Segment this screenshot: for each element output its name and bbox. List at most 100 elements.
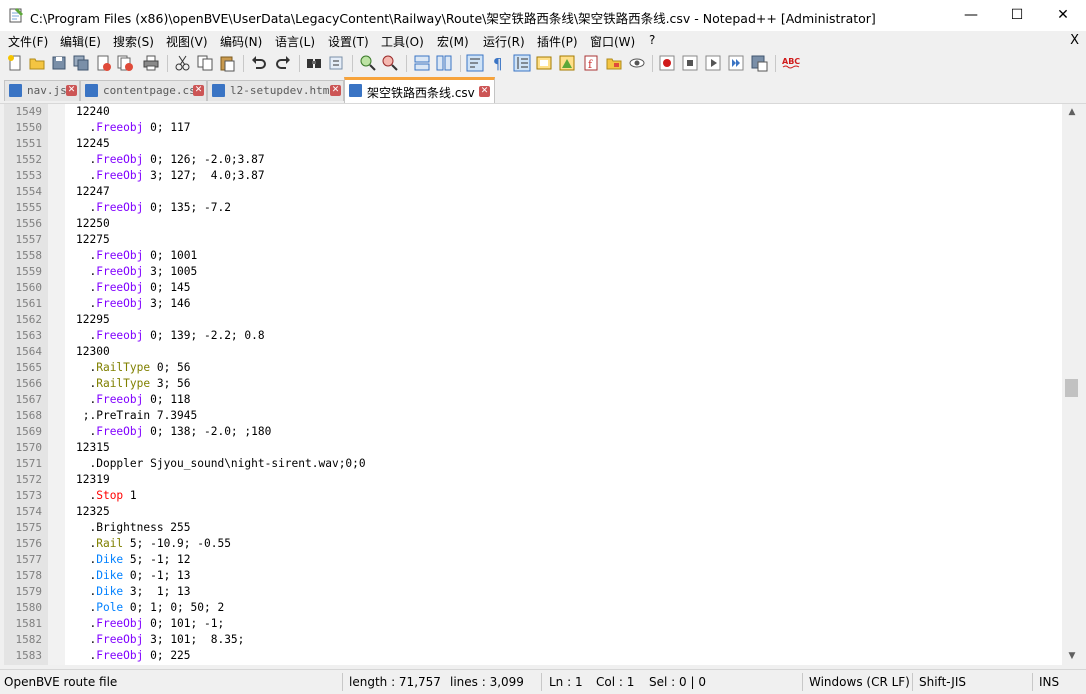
zoom-out-icon[interactable] (381, 54, 399, 72)
code-line[interactable]: .Dike 5; -1; 12 (76, 553, 190, 566)
document-map-icon[interactable] (558, 54, 576, 72)
sync-vertical-icon[interactable] (413, 54, 431, 72)
menu-edit[interactable]: 编辑(E) (60, 33, 101, 50)
vertical-scrollbar[interactable]: ▲ ▼ (1062, 104, 1082, 665)
code-line[interactable]: .FreeObj 3; 101; 8.35; (76, 633, 244, 646)
code-line[interactable]: .Freeobj 0; 117 (76, 121, 190, 134)
tab-close-icon[interactable]: ✕ (66, 85, 77, 96)
cut-icon[interactable] (174, 54, 192, 72)
find-icon[interactable] (305, 54, 323, 72)
code-line[interactable]: 12295 (76, 313, 110, 326)
show-all-characters-icon[interactable]: ¶ (488, 54, 506, 72)
close-document-button[interactable]: X (1070, 33, 1079, 48)
menu-settings[interactable]: 设置(T) (328, 33, 369, 50)
close-file-icon[interactable] (94, 54, 112, 72)
tab-l2-setupdev-html[interactable]: l2-setupdev.html ✕ (207, 80, 344, 101)
status-insert-mode[interactable]: INS (1039, 675, 1059, 689)
minimize-button[interactable]: — (948, 0, 994, 31)
menu-run[interactable]: 运行(R) (483, 33, 525, 50)
code-line[interactable]: .RailType 3; 56 (76, 377, 190, 390)
code-line[interactable]: .Pole 0; 1; 0; 50; 2 (76, 601, 224, 614)
save-icon[interactable] (50, 54, 68, 72)
tab-close-icon[interactable]: ✕ (479, 86, 490, 97)
sync-horizontal-icon[interactable] (435, 54, 453, 72)
code-line[interactable]: .FreeObj 0; 1001 (76, 249, 197, 262)
menu-view[interactable]: 视图(V) (166, 33, 208, 50)
code-line[interactable]: .Freeobj 0; 118 (76, 393, 190, 406)
code-line[interactable]: .FreeObj 0; 101; -1; (76, 617, 224, 630)
indent-guide-icon[interactable] (513, 54, 531, 72)
tab-contentpage-css[interactable]: contentpage.css ✕ (80, 80, 207, 101)
code-line[interactable]: 12250 (76, 217, 110, 230)
code-line[interactable]: .FreeObj 0; 145 (76, 281, 190, 294)
user-defined-language-icon[interactable] (535, 54, 553, 72)
code-line[interactable]: 12319 (76, 473, 110, 486)
menu-file[interactable]: 文件(F) (8, 33, 48, 50)
tab-active-csv[interactable]: 架空铁路西条线.csv ✕ (344, 77, 495, 103)
status-eol[interactable]: Windows (CR LF) (809, 675, 910, 689)
tab-close-icon[interactable]: ✕ (330, 85, 341, 96)
folder-workspace-icon[interactable] (605, 54, 623, 72)
code-line[interactable]: .FreeObj 0; 135; -7.2 (76, 201, 230, 214)
menu-search[interactable]: 搜索(S) (113, 33, 154, 50)
run-macro-multiple-icon[interactable] (727, 54, 745, 72)
record-macro-icon[interactable] (658, 54, 676, 72)
redo-icon[interactable] (274, 54, 292, 72)
menu-window[interactable]: 窗口(W) (590, 33, 635, 50)
code-line[interactable]: .Doppler Sjyou_sound\night-sirent.wav;0;… (76, 457, 365, 470)
tab-close-icon[interactable]: ✕ (193, 85, 204, 96)
monitoring-eye-icon[interactable] (628, 54, 646, 72)
save-macro-icon[interactable] (750, 54, 768, 72)
spell-check-icon[interactable]: ABC (782, 54, 800, 72)
code-line[interactable]: .Freeobj 0; 139; -2.2; 0.8 (76, 329, 264, 342)
zoom-in-icon[interactable] (359, 54, 377, 72)
code-line[interactable]: .Rail 5; -10.9; -0.55 (76, 537, 230, 550)
menu-encoding[interactable]: 编码(N) (220, 33, 262, 50)
menu-macro[interactable]: 宏(M) (437, 33, 469, 50)
code-line[interactable]: .FreeObj 3; 127; 4.0;3.87 (76, 169, 264, 182)
code-lines[interactable]: 1549 12240 1550 .Freeobj 0; 117 1551 12245 15… (4, 104, 1062, 665)
word-wrap-icon[interactable] (466, 54, 484, 72)
code-line[interactable]: .Dike 3; 1; 13 (76, 585, 190, 598)
code-line[interactable]: .FreeObj 0; 138; -2.0; ;180 (76, 425, 271, 438)
save-all-icon[interactable] (72, 54, 90, 72)
open-file-icon[interactable] (28, 54, 46, 72)
code-line[interactable]: .FreeObj 3; 1005 (76, 265, 197, 278)
menu-tools[interactable]: 工具(O) (381, 33, 424, 50)
menu-help[interactable]: ? (649, 33, 655, 47)
tab-nav-js[interactable]: nav.js ✕ (4, 80, 80, 101)
scroll-thumb[interactable] (1065, 379, 1078, 397)
new-file-icon[interactable] (6, 54, 24, 72)
copy-icon[interactable] (196, 54, 214, 72)
code-line[interactable]: .Stop 1 (76, 489, 136, 502)
close-all-icon[interactable] (116, 54, 134, 72)
code-line[interactable]: .FreeObj 0; 126; -2.0;3.87 (76, 153, 264, 166)
play-macro-icon[interactable] (704, 54, 722, 72)
code-line[interactable]: .FreeObj 0; 225 (76, 649, 190, 662)
code-line[interactable]: .RailType 0; 56 (76, 361, 190, 374)
undo-icon[interactable] (250, 54, 268, 72)
code-line[interactable]: .Brightness 255 (76, 521, 190, 534)
function-list-icon[interactable]: f (582, 54, 600, 72)
stop-macro-icon[interactable] (681, 54, 699, 72)
code-line[interactable]: 12245 (76, 137, 110, 150)
scroll-up-icon[interactable]: ▲ (1062, 104, 1082, 121)
code-line[interactable]: 12315 (76, 441, 110, 454)
paste-icon[interactable] (218, 54, 236, 72)
close-window-button[interactable]: ✕ (1040, 0, 1086, 31)
code-line[interactable]: 12300 (76, 345, 110, 358)
code-line[interactable]: 12275 (76, 233, 110, 246)
status-encoding[interactable]: Shift-JIS (919, 675, 966, 689)
code-line[interactable]: 12325 (76, 505, 110, 518)
menu-plugins[interactable]: 插件(P) (537, 33, 578, 50)
maximize-button[interactable]: ☐ (994, 0, 1040, 31)
code-line[interactable]: .FreeObj 3; 146 (76, 297, 190, 310)
code-line[interactable]: .Dike 0; -1; 13 (76, 569, 190, 582)
replace-icon[interactable] (327, 54, 345, 72)
code-line[interactable]: 12240 (76, 105, 110, 118)
code-line[interactable]: ;.PreTrain 7.3945 (76, 409, 198, 422)
code-line[interactable]: 12247 (76, 185, 110, 198)
menu-language[interactable]: 语言(L) (275, 33, 315, 50)
scroll-down-icon[interactable]: ▼ (1062, 648, 1082, 665)
editor-area[interactable]: 1549 12240 1550 .Freeobj 0; 117 1551 12245 15… (4, 104, 1062, 665)
